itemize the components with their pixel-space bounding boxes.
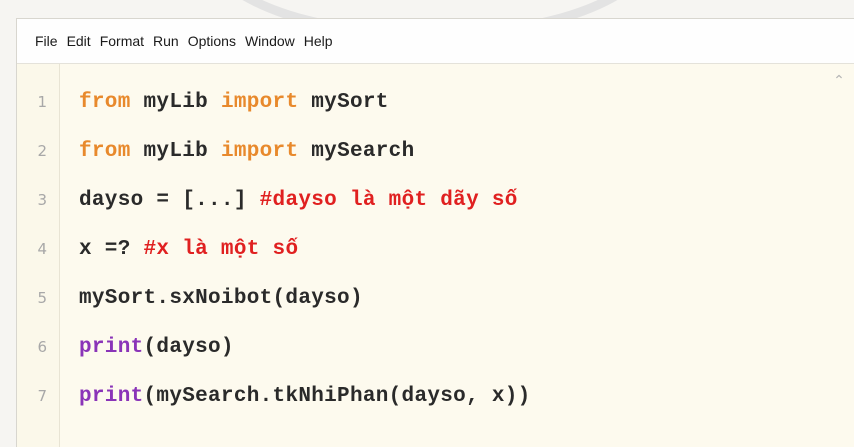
menu-edit[interactable]: Edit xyxy=(67,33,91,49)
builtin-token: print xyxy=(79,335,144,359)
code-token: (mySearch.tkNhiPhan(dayso, x)) xyxy=(143,384,531,408)
vertical-scrollbar[interactable]: ⌃ xyxy=(824,64,854,447)
code-line[interactable]: 5 mySort.sxNoibot(dayso) xyxy=(17,283,824,313)
builtin-token: print xyxy=(79,384,144,408)
code-token: myLib xyxy=(130,139,221,163)
code-editor[interactable]: 1 from myLib import mySort 2 from myLib imp… xyxy=(17,64,854,447)
menu-file[interactable]: File xyxy=(35,33,58,49)
line-number: 3 xyxy=(37,191,47,209)
code-token: mySort xyxy=(298,90,389,114)
menu-window[interactable]: Window xyxy=(245,33,295,49)
line-number: 4 xyxy=(37,240,47,258)
menu-format[interactable]: Format xyxy=(100,33,144,49)
line-number: 5 xyxy=(37,289,47,307)
code-token: (dayso) xyxy=(143,335,234,359)
line-number: 7 xyxy=(37,387,47,405)
code-line[interactable]: 4 x =? #x là một số xyxy=(17,234,824,264)
code-token: mySort.sxNoibot(dayso) xyxy=(79,286,363,310)
code-token: myLib xyxy=(130,90,221,114)
code-text[interactable]: x =? #x là một số xyxy=(79,238,298,261)
code-line[interactable]: 7 print(mySearch.tkNhiPhan(dayso, x)) xyxy=(17,381,824,411)
menu-options[interactable]: Options xyxy=(188,33,236,49)
comment-token: #dayso là một dãy số xyxy=(259,188,518,212)
code-line[interactable]: 2 from myLib import mySearch xyxy=(17,136,824,166)
keyword-token: from xyxy=(79,90,131,114)
menu-help[interactable]: Help xyxy=(304,33,333,49)
code-text[interactable]: from myLib import mySort xyxy=(79,91,389,114)
line-number: 2 xyxy=(37,142,47,160)
code-line[interactable]: 6 print(dayso) xyxy=(17,332,824,362)
keyword-token: from xyxy=(79,139,131,163)
keyword-token: import xyxy=(220,139,299,163)
editor-window: File Edit Format Run Options Window Help… xyxy=(16,18,854,447)
menu-run[interactable]: Run xyxy=(153,33,179,49)
code-line[interactable]: 1 from myLib import mySort xyxy=(17,87,824,117)
chevron-up-icon[interactable]: ⌃ xyxy=(832,74,846,88)
keyword-token: import xyxy=(220,90,299,114)
menu-bar: File Edit Format Run Options Window Help xyxy=(17,19,854,64)
code-text[interactable]: print(dayso) xyxy=(79,336,234,359)
code-text[interactable]: mySort.sxNoibot(dayso) xyxy=(79,287,363,310)
code-line[interactable]: 3 dayso = [...] #dayso là một dãy số xyxy=(17,185,824,215)
code-text[interactable]: from myLib import mySearch xyxy=(79,140,414,163)
comment-token: #x là một số xyxy=(143,237,299,261)
code-token: mySearch xyxy=(298,139,415,163)
line-number: 6 xyxy=(37,338,47,356)
code-token: x =? xyxy=(79,237,144,261)
line-number: 1 xyxy=(37,93,47,111)
code-token: dayso = [...] xyxy=(79,188,260,212)
code-text[interactable]: print(mySearch.tkNhiPhan(dayso, x)) xyxy=(79,385,531,408)
code-text[interactable]: dayso = [...] #dayso là một dãy số xyxy=(79,189,518,212)
